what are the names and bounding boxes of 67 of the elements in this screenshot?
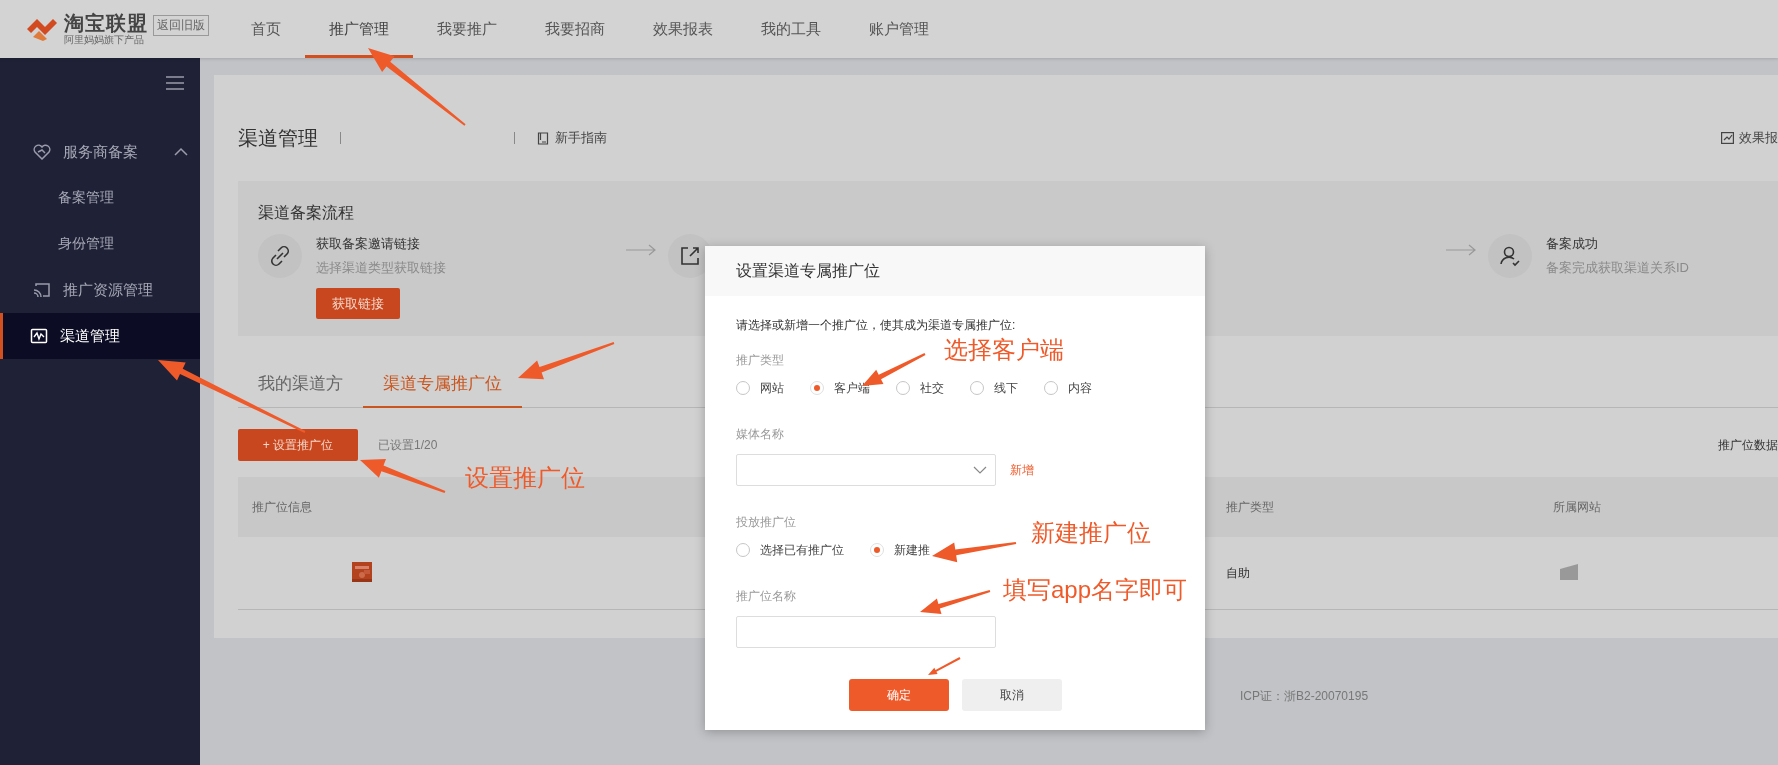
nav-item[interactable]: 我要推广 xyxy=(413,0,521,58)
field-label: 推广类型 xyxy=(736,352,784,369)
sidebar-subitem[interactable]: 身份管理 xyxy=(0,221,200,267)
nav-item[interactable]: 效果报表 xyxy=(629,0,737,58)
radio-option[interactable]: 客户端 xyxy=(810,379,870,397)
add-link[interactable]: 新增 xyxy=(1010,461,1034,479)
user-check-icon xyxy=(1488,234,1532,278)
annotation-text: 填写app名字即可 xyxy=(1003,576,1188,604)
input-field[interactable] xyxy=(736,616,996,648)
arrow-right-icon xyxy=(1445,244,1477,256)
sidebar-item[interactable]: 服务商备案 xyxy=(0,129,200,175)
radio-option[interactable]: 选择已有推广位 xyxy=(736,541,844,559)
old-version-link[interactable]: 返回旧版 xyxy=(153,14,209,36)
dialog-instruction: 请选择或新增一个推广位，使其成为渠道专属推广位: xyxy=(736,317,1017,334)
step-description: 选择渠道类型获取链接 xyxy=(316,259,446,277)
radio-option[interactable]: 内容 xyxy=(1044,379,1092,397)
nav-item[interactable]: 我的工具 xyxy=(737,0,845,58)
report-link[interactable]: 效果报 xyxy=(1721,129,1778,147)
screen-share-icon xyxy=(33,282,51,298)
radio-option[interactable]: 新建推 xyxy=(870,541,930,559)
step-title: 获取备案邀请链接 xyxy=(316,235,421,253)
logo-icon xyxy=(25,16,59,42)
radio-option[interactable]: 线下 xyxy=(970,379,1018,397)
chevron-down-icon xyxy=(973,466,987,474)
get-link-button[interactable]: 获取链接 xyxy=(316,288,400,319)
tab[interactable]: 我的渠道方 xyxy=(238,361,363,408)
step-title: 备案成功 xyxy=(1546,235,1599,253)
radio-option[interactable]: 社交 xyxy=(896,379,944,397)
placement-data-label: 推广位数据 xyxy=(1718,436,1778,454)
cancel-button[interactable]: 取消 xyxy=(961,679,1062,711)
book-icon xyxy=(537,131,549,145)
chart-icon xyxy=(1721,132,1734,144)
page-title: 渠道管理 xyxy=(238,125,318,151)
process-title: 渠道备案流程 xyxy=(258,203,355,223)
annotation-text: 设置推广位 xyxy=(465,464,585,492)
dialog-title: 设置渠道专属推广位 xyxy=(705,246,1205,296)
column-header: 所属网站 xyxy=(1552,498,1602,516)
logo-subtitle: 阿里妈妈旗下产品 xyxy=(64,34,145,46)
media-select[interactable] xyxy=(736,454,996,486)
sidebar-item[interactable]: 推广资源管理 xyxy=(0,267,200,313)
icp-license: ICP证：浙B2-20070195 xyxy=(1240,688,1369,705)
annotation-arrow xyxy=(920,590,991,614)
nav-item[interactable]: 账户管理 xyxy=(845,0,953,58)
sidebar-subitem[interactable]: 备案管理 xyxy=(0,175,200,221)
table-cell-text: 自助 xyxy=(1225,564,1251,582)
annotation-text: 选择客户端 xyxy=(944,336,1064,364)
site-icon xyxy=(1559,562,1579,581)
field-label: 投放推广位 xyxy=(736,514,796,531)
column-header: 推广位信息 xyxy=(251,498,313,516)
annotation-text: 新建推广位 xyxy=(1031,519,1151,547)
arrow-right-icon xyxy=(625,244,657,256)
placement-count: 已设置1/20 xyxy=(378,436,438,454)
menu-icon xyxy=(165,75,185,91)
add-placement-button[interactable]: + 设置推广位 xyxy=(238,429,358,461)
nav-item[interactable]: 首页 xyxy=(227,0,305,58)
field-label: 推广位名称 xyxy=(736,588,796,605)
guide-link[interactable]: 新手指南 xyxy=(537,129,607,147)
nav-item[interactable]: 我要招商 xyxy=(521,0,629,58)
step-description: 备案完成获取渠道关系ID xyxy=(1546,259,1689,277)
annotation-arrow xyxy=(928,657,961,675)
sidebar-item[interactable]: 渠道管理 xyxy=(0,313,200,359)
field-label: 媒体名称 xyxy=(736,426,784,443)
link-icon xyxy=(258,234,302,278)
column-header: 推广类型 xyxy=(1225,498,1275,516)
logo-title: 淘宝联盟 xyxy=(64,12,148,34)
channel-icon xyxy=(30,328,48,344)
radio-option[interactable]: 网站 xyxy=(736,379,784,397)
